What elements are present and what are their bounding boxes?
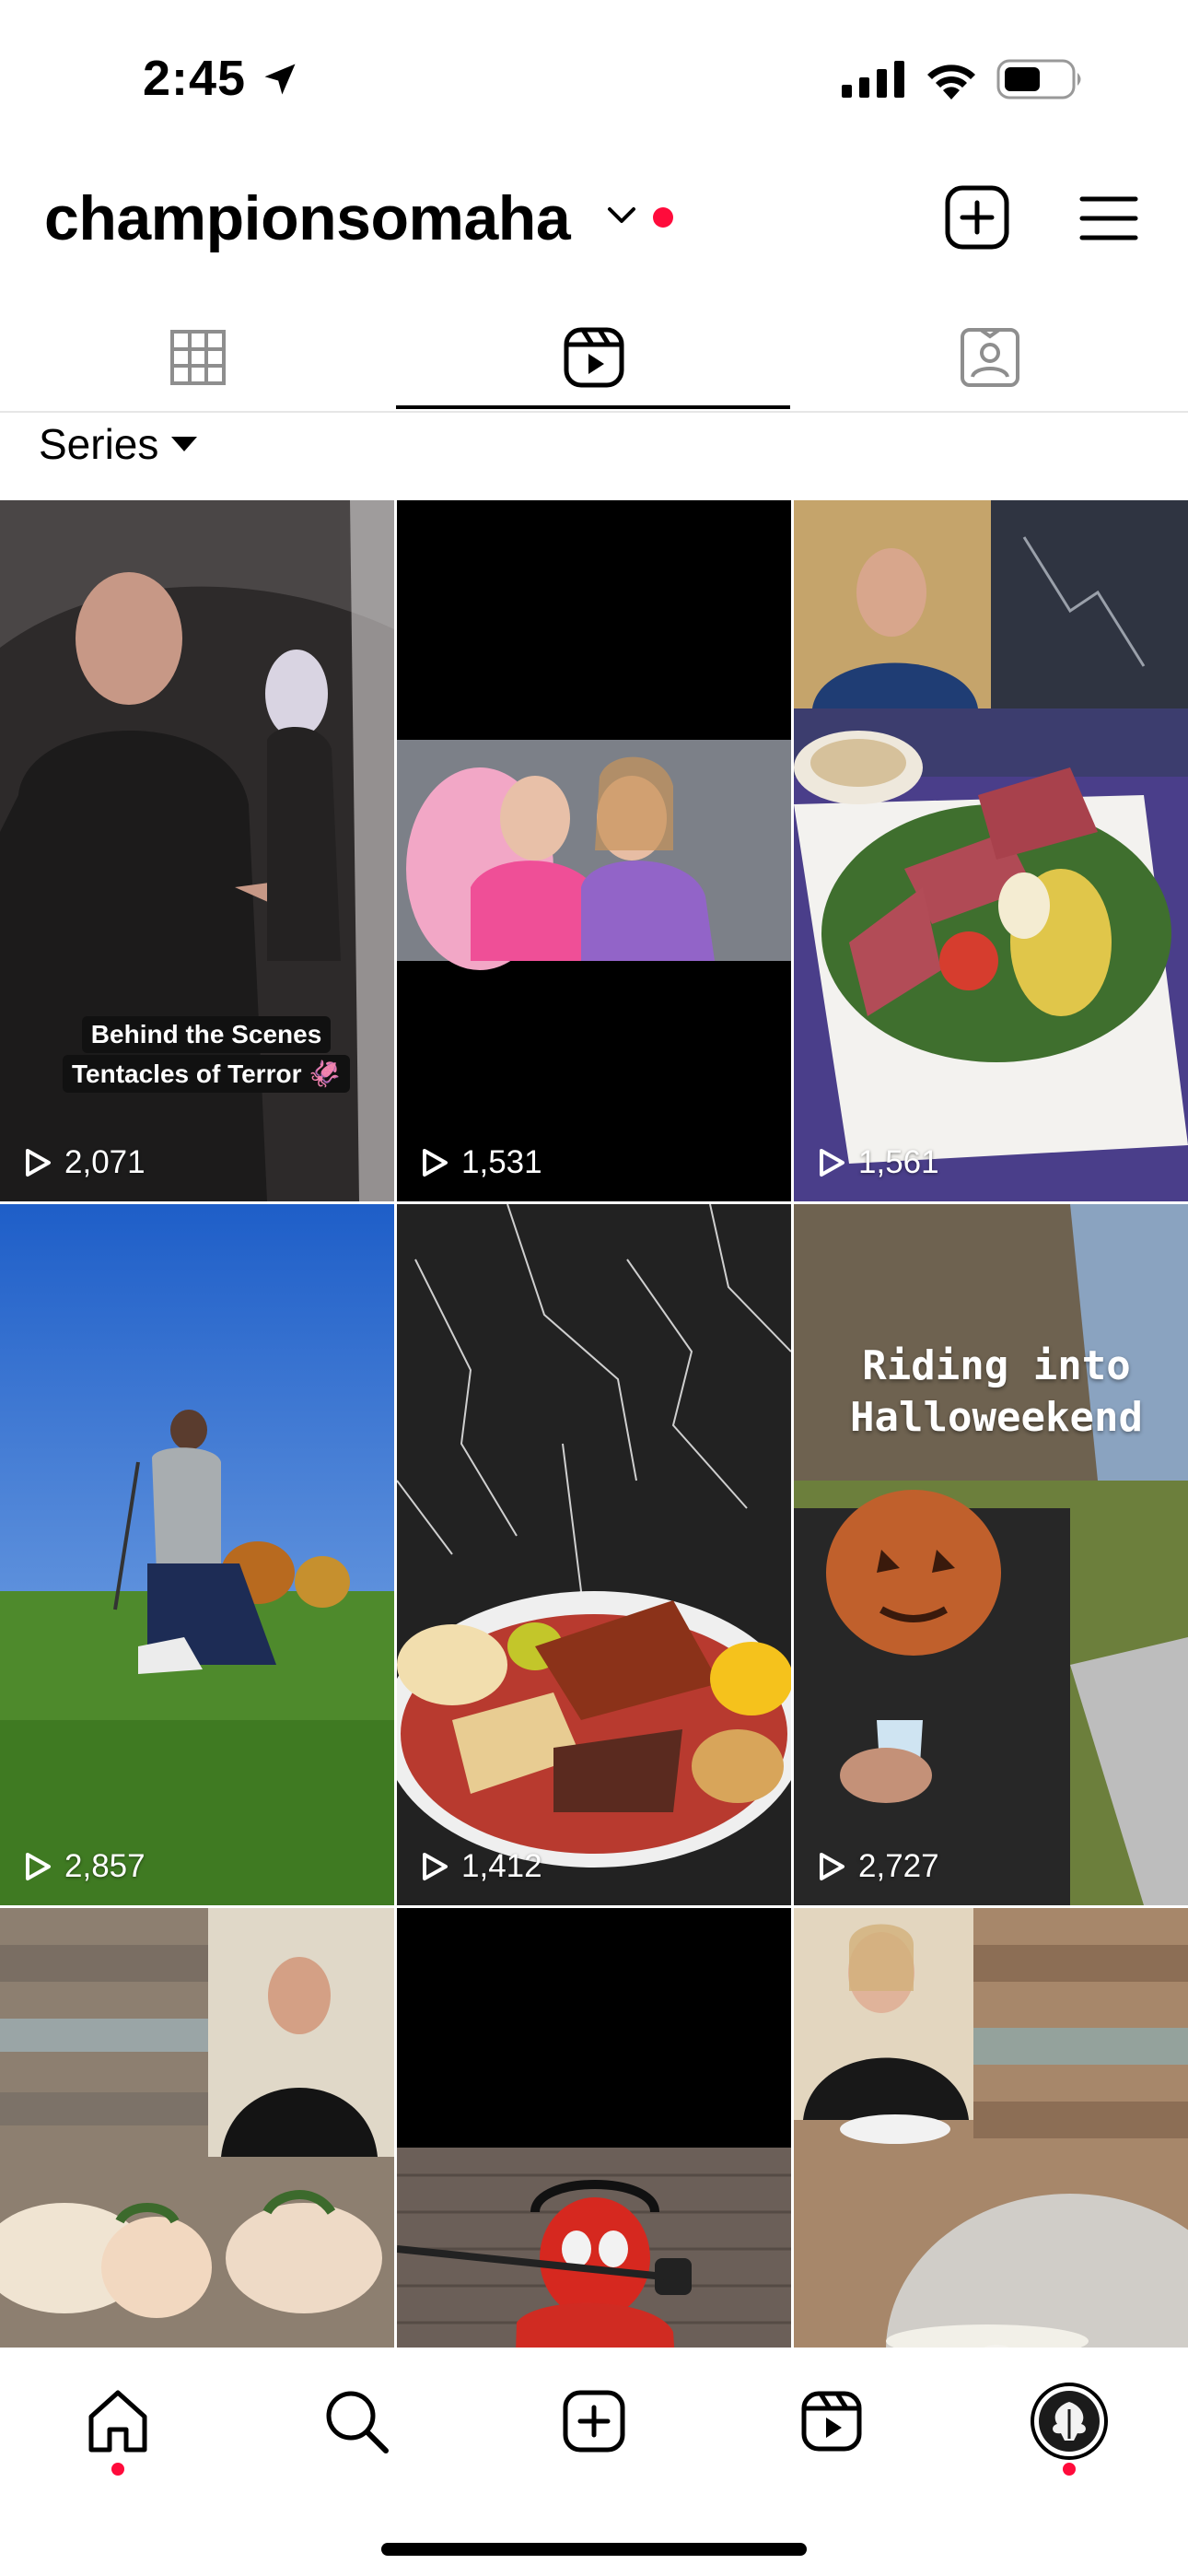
play-icon — [820, 1149, 844, 1177]
profile-tabs — [0, 304, 1188, 413]
tab-grid[interactable] — [0, 304, 396, 411]
reel-overlay-text: Riding into Halloweekend — [850, 1342, 1143, 1441]
reels-icon — [801, 2391, 862, 2452]
wifi-icon — [927, 64, 975, 100]
reel-tile[interactable]: Riding into Halloweekend 2,727 — [794, 1204, 1188, 1905]
series-filter-label: Series — [39, 420, 159, 468]
reel-thumbnail — [397, 1204, 791, 1905]
reel-tile[interactable]: 1,412 — [397, 1204, 791, 1905]
status-bar: 2:45 — [0, 0, 1188, 157]
series-filter[interactable]: Series — [39, 419, 198, 469]
battery-icon — [996, 59, 1081, 100]
reel-view-count-label: 1,531 — [461, 1144, 542, 1180]
create-post-icon[interactable] — [944, 184, 1010, 251]
bottom-navigation — [0, 2348, 1188, 2576]
reel-tile[interactable]: 2,857 — [0, 1204, 394, 1905]
reel-view-count-label: 1,412 — [461, 1848, 542, 1884]
reel-thumbnail — [0, 1908, 394, 2348]
reel-view-count: 2,071 — [24, 1144, 146, 1181]
home-icon — [88, 2390, 147, 2453]
grid-icon — [170, 330, 226, 385]
play-icon — [423, 1149, 448, 1177]
notification-dot — [653, 207, 673, 228]
reels-icon — [564, 327, 624, 388]
home-indicator — [381, 2543, 807, 2556]
play-icon — [820, 1853, 844, 1880]
reel-view-count-label: 2,071 — [64, 1144, 146, 1180]
reels-grid: Behind the Scenes Tentacles of Terror 🦑 … — [0, 500, 1188, 2348]
reel-tile[interactable]: Behind the Scenes Tentacles of Terror 🦑 … — [0, 500, 394, 1201]
reel-view-count: 1,561 — [818, 1144, 939, 1181]
play-icon — [26, 1149, 51, 1177]
profile-notification-dot — [1063, 2463, 1076, 2476]
tab-tagged[interactable] — [792, 304, 1188, 411]
reel-view-count-label: 2,857 — [64, 1848, 146, 1884]
reel-thumbnail — [794, 500, 1188, 1201]
nav-profile[interactable] — [1014, 2375, 1124, 2467]
reel-tile[interactable] — [0, 1908, 394, 2348]
reel-thumbnail — [397, 1908, 791, 2348]
reel-caption-line: Tentacles of Terror 🦑 — [63, 1055, 351, 1093]
reel-thumbnail — [0, 1204, 394, 1905]
nav-home[interactable] — [63, 2375, 173, 2467]
profile-username[interactable]: championsomaha — [44, 182, 571, 254]
play-icon — [423, 1853, 448, 1880]
avatar — [1031, 2383, 1108, 2460]
reel-view-count: 2,857 — [24, 1848, 146, 1885]
chevron-down-icon[interactable] — [606, 205, 637, 227]
reel-tile[interactable] — [397, 1908, 791, 2348]
reel-thumbnail — [794, 1908, 1188, 2348]
reel-tile[interactable] — [794, 1908, 1188, 2348]
reel-view-count-label: 2,727 — [858, 1848, 939, 1884]
reel-thumbnail — [0, 500, 394, 1201]
menu-icon[interactable] — [1079, 195, 1138, 241]
play-icon — [26, 1853, 51, 1880]
reel-view-count: 1,531 — [421, 1144, 542, 1181]
reel-tile[interactable]: 1,561 — [794, 500, 1188, 1201]
home-notification-dot — [111, 2463, 124, 2476]
reel-tile[interactable]: 1,531 — [397, 500, 791, 1201]
reel-caption-line: Behind the Scenes — [81, 1016, 332, 1053]
nav-create[interactable] — [539, 2375, 649, 2467]
tagged-icon — [961, 328, 1019, 387]
reel-caption: Behind the Scenes Tentacles of Terror 🦑 — [63, 1016, 351, 1093]
nav-search[interactable] — [301, 2375, 412, 2467]
plus-square-icon — [563, 2390, 625, 2453]
caret-down-icon — [171, 437, 198, 451]
reel-view-count: 2,727 — [818, 1848, 939, 1885]
cellular-signal-icon — [842, 61, 904, 98]
reel-view-count: 1,412 — [421, 1848, 542, 1885]
nav-reels[interactable] — [776, 2375, 887, 2467]
status-time: 2:45 — [143, 51, 247, 106]
reel-view-count-label: 1,561 — [858, 1144, 939, 1180]
reel-thumbnail — [794, 1204, 1188, 1905]
search-icon — [326, 2391, 389, 2453]
reel-thumbnail — [397, 500, 791, 1201]
active-tab-indicator — [396, 405, 790, 409]
location-arrow-icon — [264, 64, 296, 95]
tab-reels[interactable] — [396, 304, 792, 411]
